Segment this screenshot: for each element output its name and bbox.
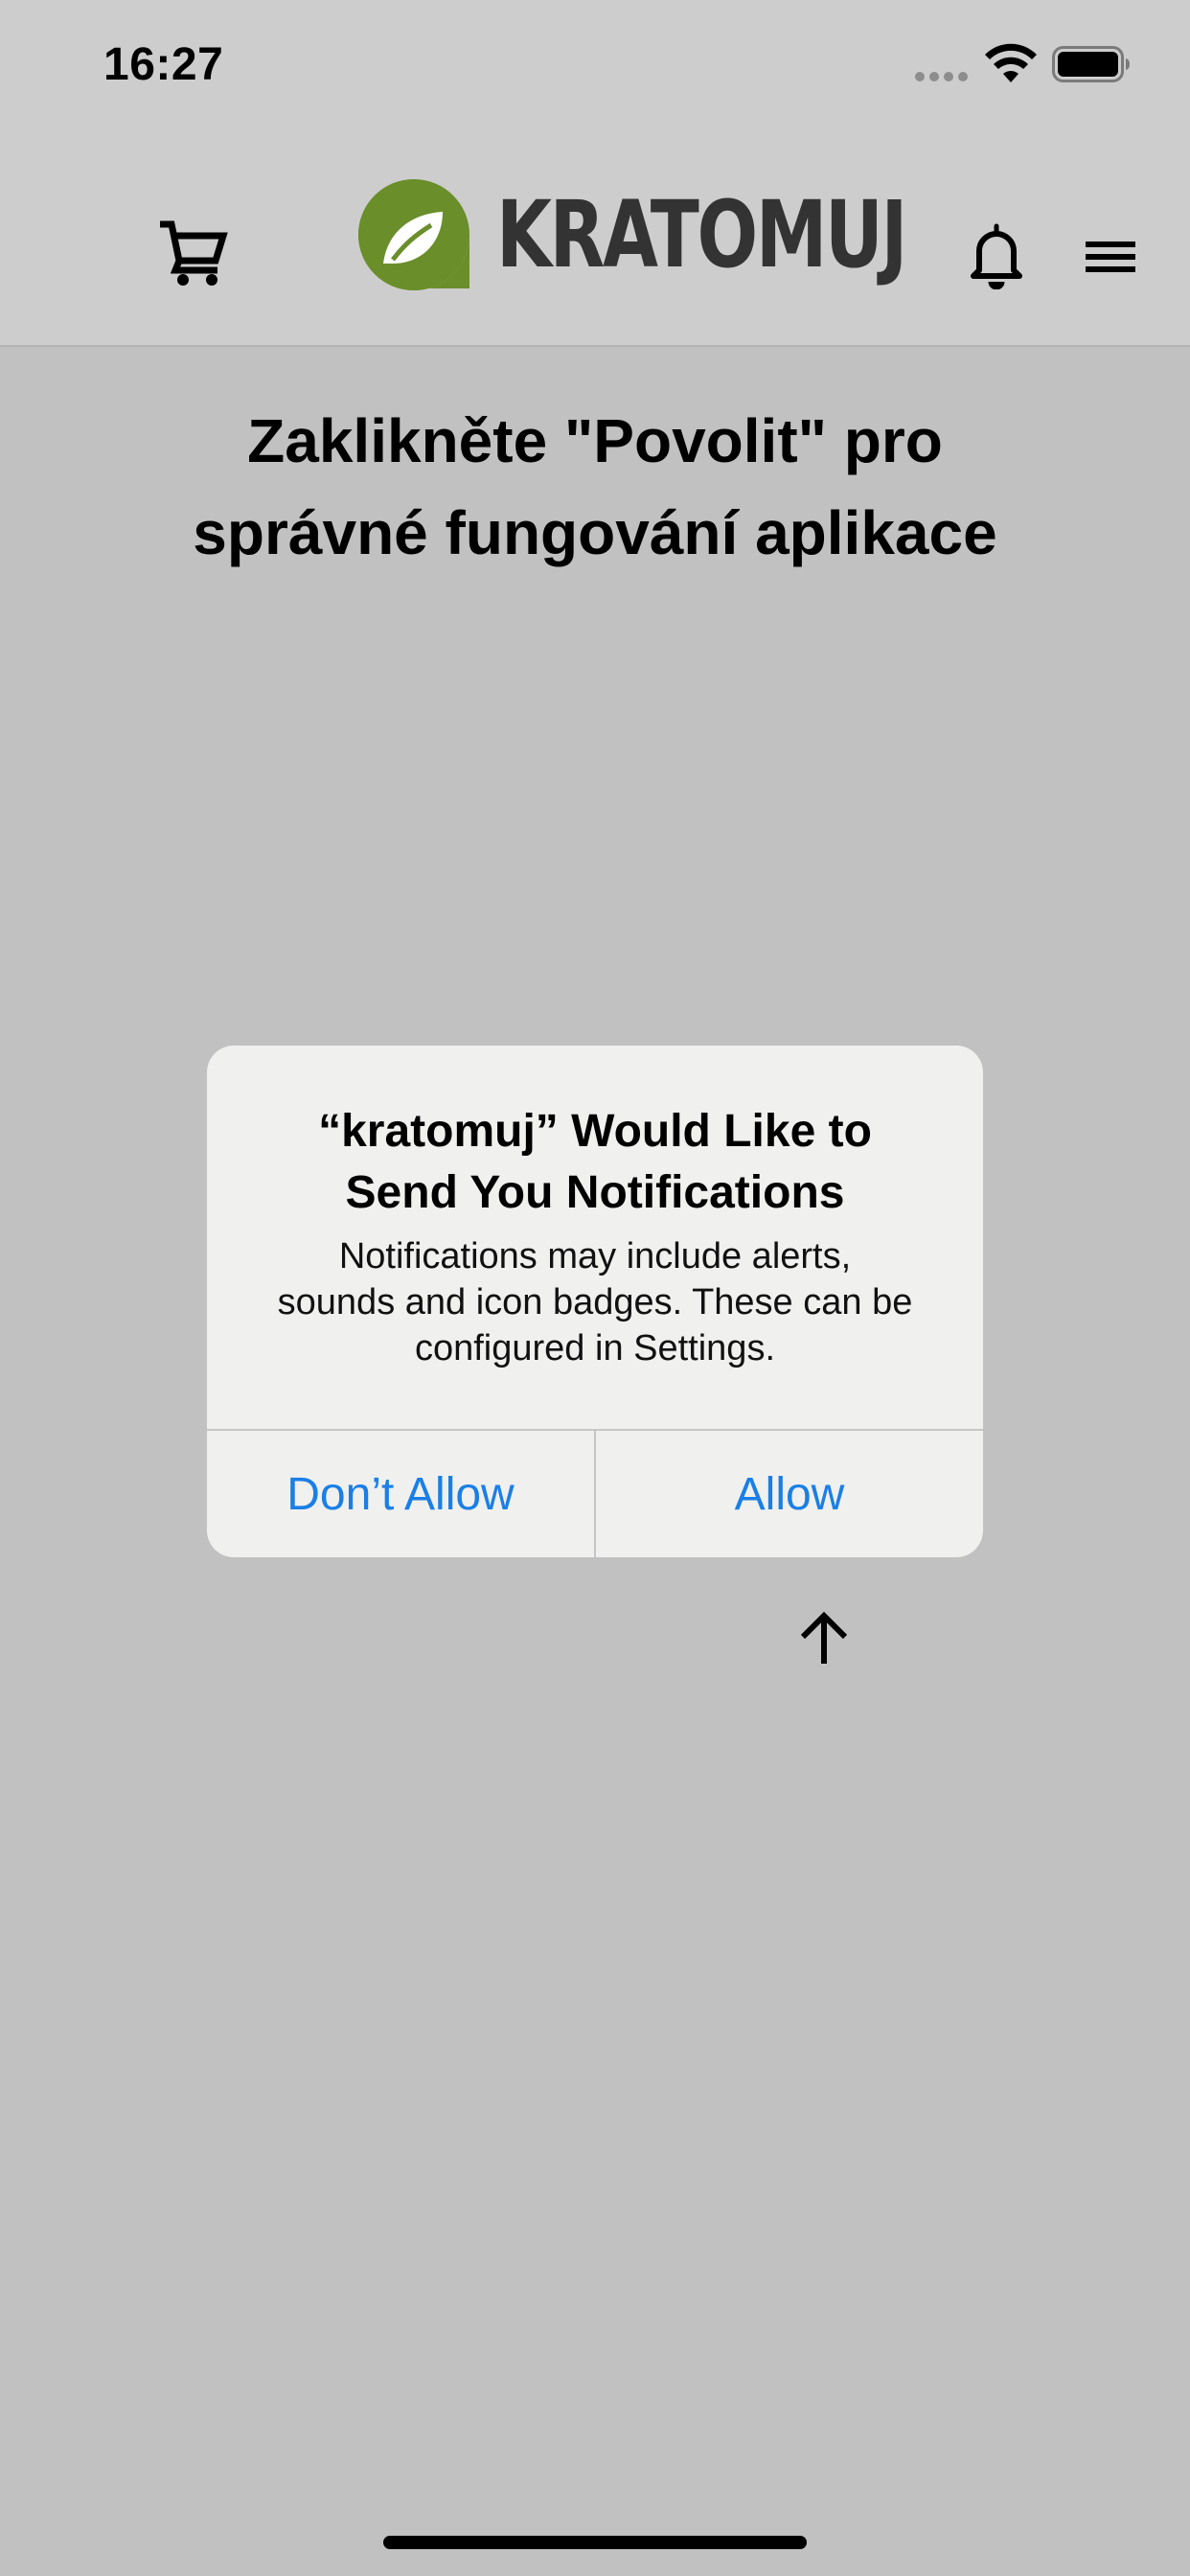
notification-permission-alert: “kratomuj” Would Like to Send You Notifi…: [207, 1046, 983, 1557]
page-heading-line: Zaklikněte "Povolit" pro: [247, 406, 943, 475]
signal-dots-icon: [915, 72, 968, 81]
page-heading: Zaklikněte "Povolit" pro správné fungová…: [0, 395, 1190, 579]
wifi-icon: [985, 43, 1037, 82]
arrow-up-icon: [800, 1611, 848, 1664]
alert-title: “kratomuj” Would Like to Send You Notifi…: [226, 1101, 964, 1224]
bell-icon[interactable]: [966, 222, 1027, 289]
cart-icon[interactable]: [158, 218, 229, 288]
alert-message-line: sounds and icon badges. These can be: [277, 1282, 913, 1322]
alert-message: Notifications may include alerts, sounds…: [226, 1233, 964, 1371]
alert-title-line: “kratomuj” Would Like to: [318, 1106, 872, 1157]
leaf-logo-icon: [358, 179, 469, 290]
app-header-area: 16:27 KRATOMUJ: [0, 0, 1190, 347]
page-heading-line: správné fungování aplikace: [193, 498, 997, 567]
home-indicator[interactable]: [383, 2536, 807, 2549]
menu-icon[interactable]: [1086, 240, 1135, 274]
brand-logo: KRATOMUJ: [355, 172, 1020, 297]
allow-button[interactable]: Allow: [596, 1431, 983, 1557]
dont-allow-button[interactable]: Don’t Allow: [207, 1431, 594, 1557]
alert-title-line: Send You Notifications: [345, 1167, 845, 1218]
status-time: 16:27: [103, 39, 224, 90]
battery-icon: [1052, 46, 1130, 82]
alert-message-line: Notifications may include alerts,: [338, 1236, 852, 1276]
alert-message-line: configured in Settings.: [414, 1328, 775, 1368]
logo-text: KRATOMUJ: [496, 181, 907, 288]
